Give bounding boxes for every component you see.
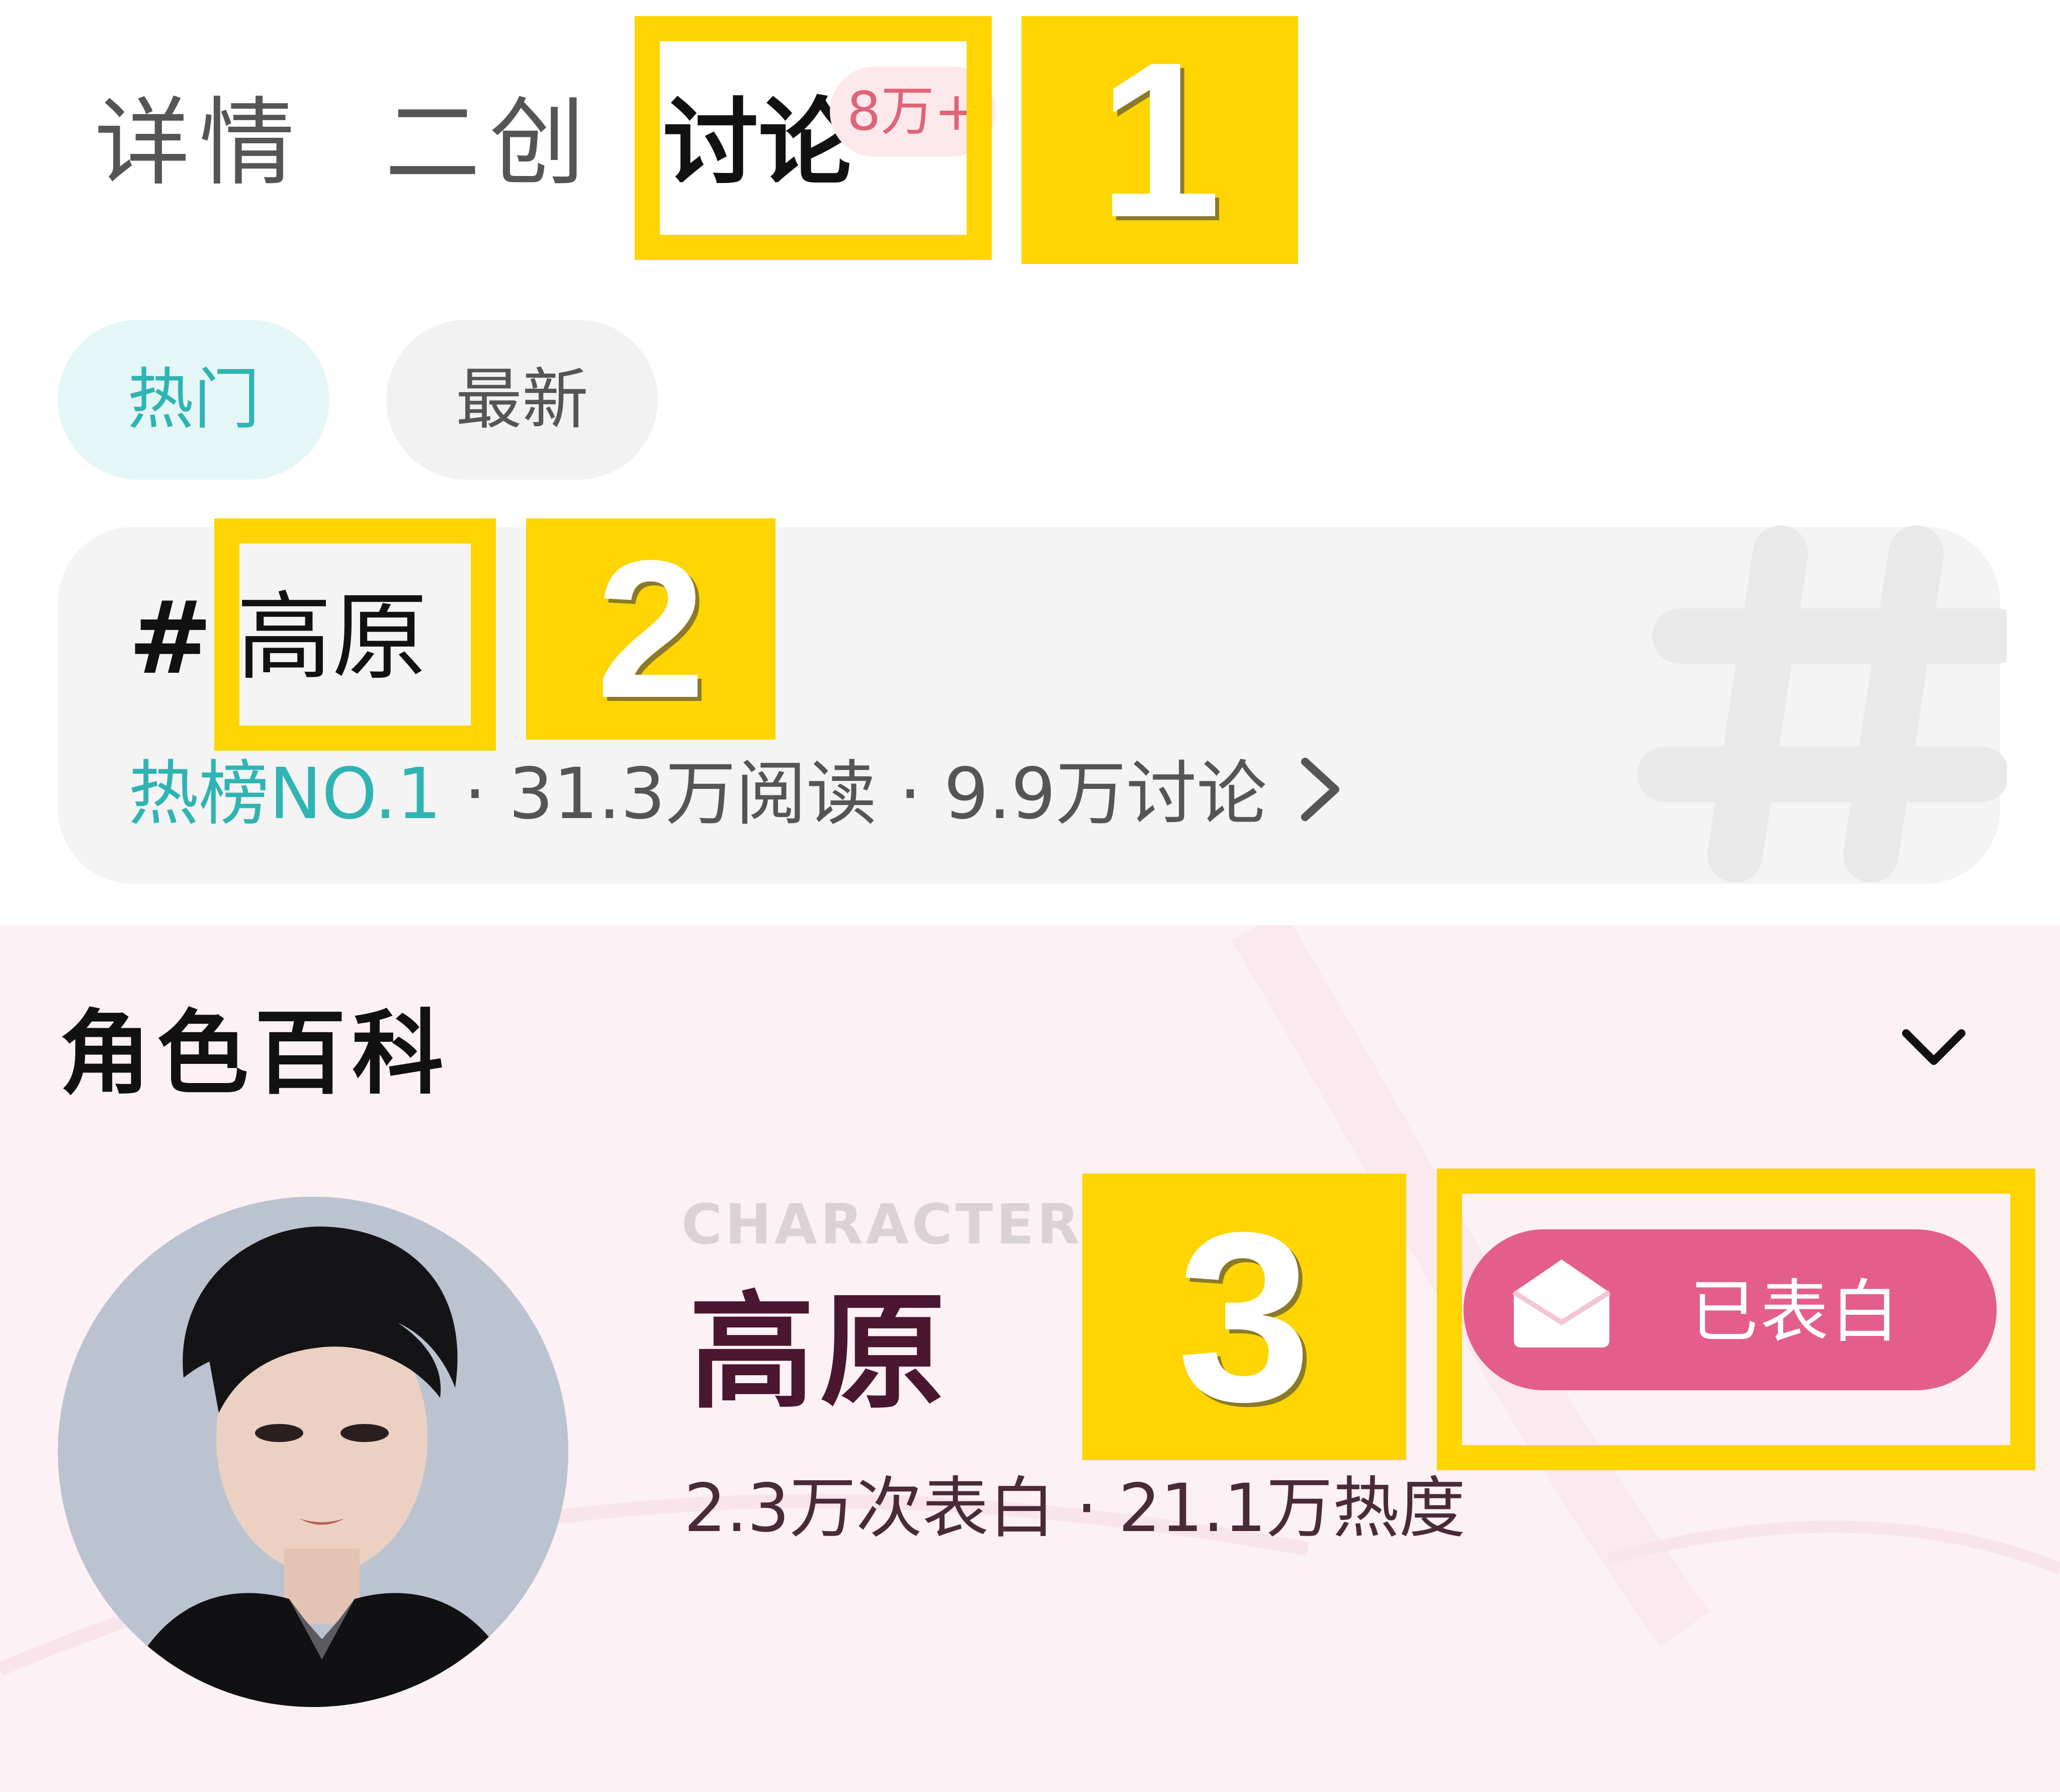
confession-count: 2.3万次表白 bbox=[684, 1470, 1055, 1547]
chevron-down-icon[interactable] bbox=[1896, 1011, 1971, 1086]
stats-separator: · bbox=[877, 753, 944, 835]
stats-separator: · bbox=[1055, 1470, 1119, 1547]
annotation-label-1: 1 bbox=[1021, 16, 1298, 264]
tab-fan-creations[interactable]: 二创 bbox=[385, 88, 594, 199]
hash-watermark-icon bbox=[1637, 525, 2007, 882]
topic-hash-symbol: # bbox=[128, 580, 213, 697]
annotation-box-3 bbox=[1437, 1169, 2035, 1470]
topic-discussions: 9.9万讨论 bbox=[943, 753, 1267, 835]
stats-separator: · bbox=[441, 753, 509, 835]
chevron-right-icon[interactable] bbox=[1293, 754, 1348, 825]
topic-reads: 31.3万阅读 bbox=[508, 753, 877, 835]
tab-details[interactable]: 详情 bbox=[95, 88, 304, 199]
annotation-box-2 bbox=[214, 518, 496, 751]
filter-latest-chip[interactable]: 最新 bbox=[386, 320, 658, 480]
annotation-box-1 bbox=[635, 16, 992, 260]
section-title: 角色百科 bbox=[59, 1000, 450, 1107]
character-stats: 2.3万次表白 · 21.1万热度 bbox=[684, 1463, 1466, 1554]
annotation-label-2: 2 bbox=[526, 518, 776, 740]
character-label: CHARACTER bbox=[681, 1192, 1083, 1257]
topic-rank: 热榜NO.1 bbox=[128, 753, 442, 835]
topic-stats: 热榜NO.1 · 31.3万阅读 · 9.9万讨论 bbox=[128, 744, 1267, 845]
character-avatar[interactable] bbox=[58, 1197, 568, 1707]
character-name[interactable]: 高原 bbox=[689, 1277, 951, 1428]
portrait-image bbox=[58, 1197, 568, 1707]
annotation-label-3: 3 bbox=[1082, 1174, 1406, 1460]
filter-hot-chip[interactable]: 热门 bbox=[58, 320, 329, 480]
heat-count: 21.1万热度 bbox=[1118, 1470, 1466, 1547]
